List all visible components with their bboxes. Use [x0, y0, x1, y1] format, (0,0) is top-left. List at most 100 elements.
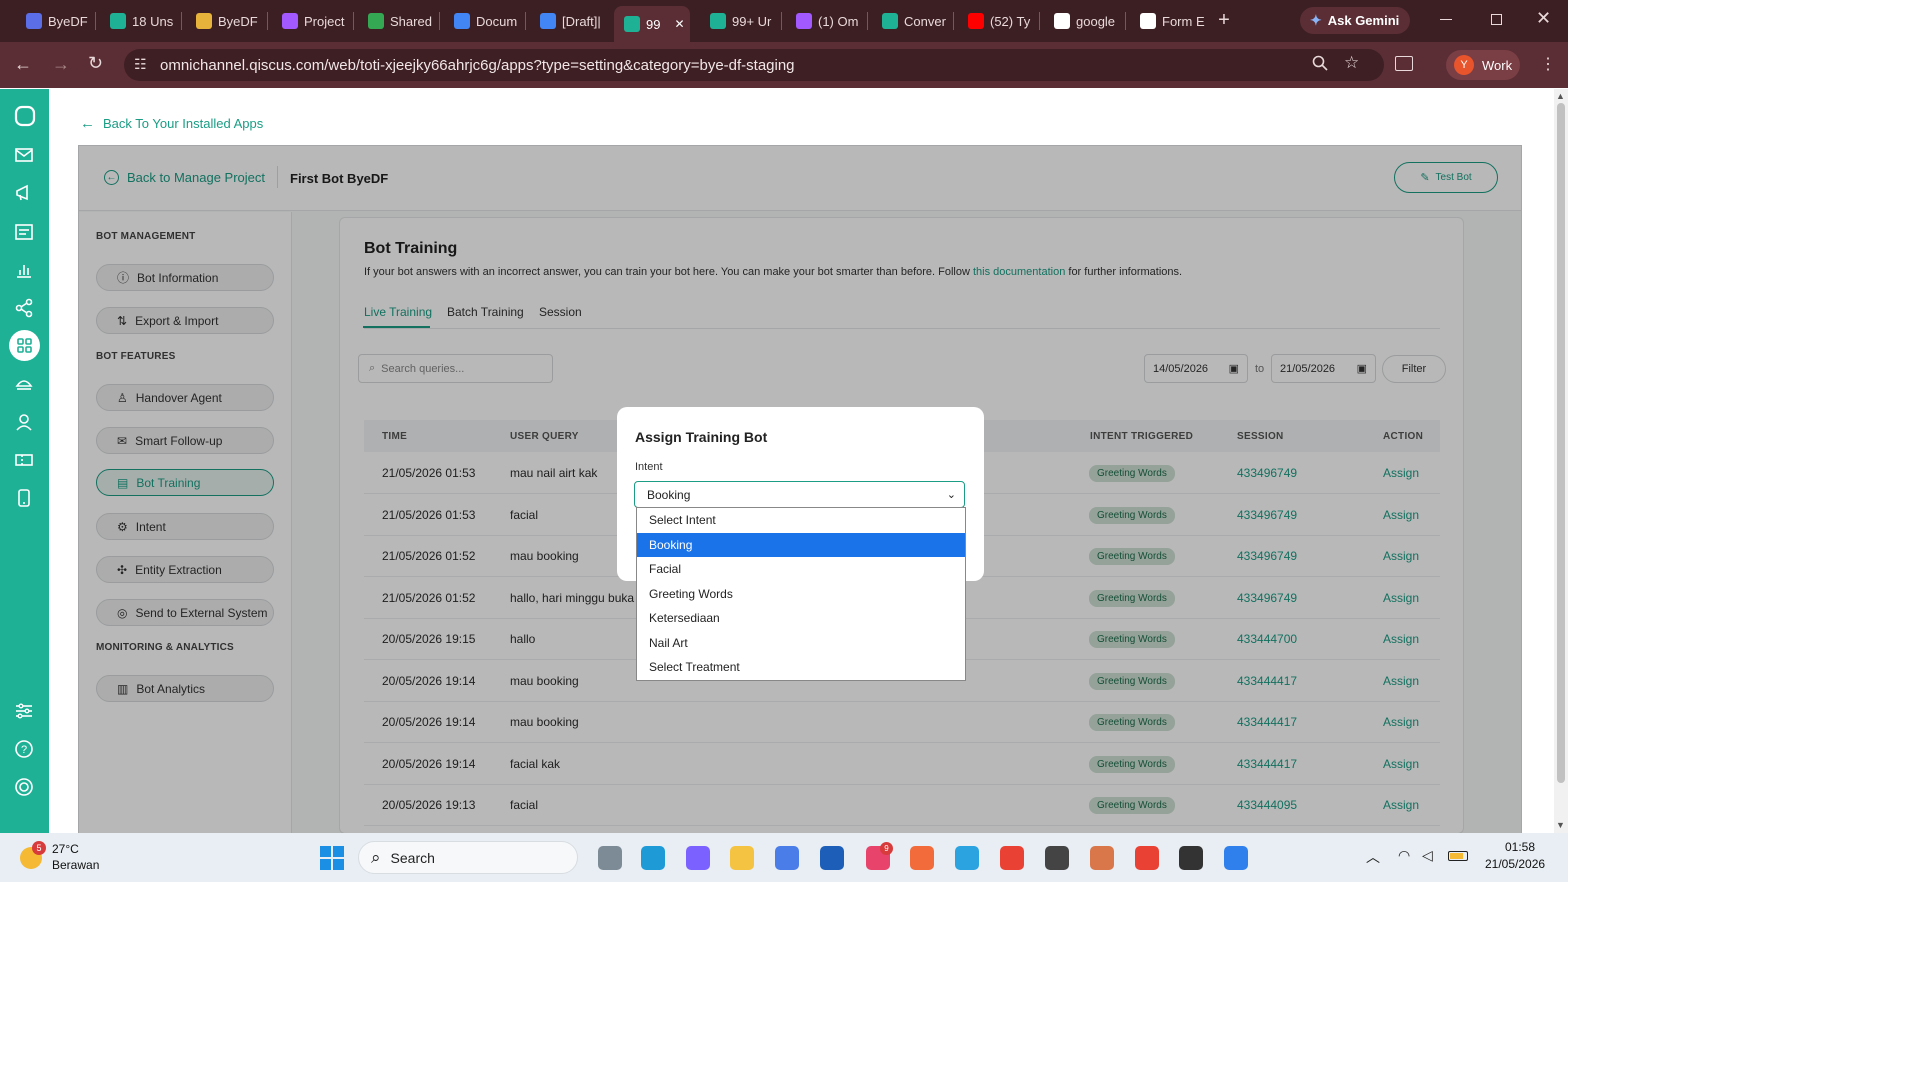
browser-tab[interactable]: Form E — [1130, 6, 1206, 36]
megaphone-icon[interactable] — [14, 183, 36, 205]
copilot-icon[interactable] — [686, 846, 710, 870]
taskbar-search[interactable]: ⌕ Search — [358, 841, 578, 874]
tab-label: Project — [304, 13, 345, 29]
mobile-icon[interactable] — [14, 488, 36, 510]
intent-option[interactable]: Nail Art — [637, 631, 965, 656]
user-icon[interactable] — [14, 412, 36, 434]
browser-tab[interactable]: 99+ Ur — [700, 6, 776, 36]
restore-button[interactable] — [1491, 14, 1502, 25]
tab-favicon-icon — [454, 13, 470, 29]
temperature: 27°C — [52, 842, 79, 856]
report-icon[interactable] — [14, 222, 36, 244]
battery-icon[interactable] — [1448, 851, 1468, 861]
browser-tab[interactable]: ByeDF — [186, 6, 262, 36]
intent-option[interactable]: Booking — [637, 532, 965, 557]
weather-widget[interactable]: 5 27°C Berawan — [18, 839, 128, 877]
bookmark-star-icon[interactable]: ☆ — [1344, 53, 1359, 73]
browser-tab[interactable]: Shared — [358, 6, 434, 36]
tab-favicon-icon — [368, 13, 384, 29]
media-player-icon[interactable] — [1179, 846, 1203, 870]
tab-separator — [181, 12, 182, 30]
volume-icon[interactable]: ◁ — [1422, 847, 1433, 864]
trello-icon[interactable] — [820, 846, 844, 870]
tab-favicon-icon — [710, 13, 726, 29]
ask-gemini-button[interactable]: ✦ Ask Gemini — [1300, 7, 1410, 34]
telegram-icon[interactable] — [955, 846, 979, 870]
file-explorer-icon[interactable] — [598, 846, 622, 870]
minimize-button[interactable] — [1440, 19, 1452, 20]
tab-favicon-icon — [110, 13, 126, 29]
browser-tab[interactable]: Project — [272, 6, 348, 36]
claude-icon[interactable] — [1090, 846, 1114, 870]
intent-option[interactable]: Select Intent — [637, 508, 965, 533]
weather-condition: Berawan — [52, 858, 100, 872]
site-settings-icon[interactable]: ☷ — [134, 56, 147, 73]
browser-tab[interactable]: Conver — [872, 6, 948, 36]
intent-option[interactable]: Facial — [637, 557, 965, 582]
power-icon[interactable] — [14, 777, 36, 799]
postman-icon[interactable] — [910, 846, 934, 870]
scroll-up-icon[interactable]: ▲ — [1556, 91, 1565, 101]
tab-favicon-icon — [968, 13, 984, 29]
edge-icon[interactable] — [641, 846, 665, 870]
intent-select[interactable]: Booking ⌄ — [634, 481, 965, 508]
side-panel-icon[interactable] — [1395, 56, 1413, 71]
browser-tab[interactable]: (1) Om — [786, 6, 862, 36]
intent-option[interactable]: Ketersediaan — [637, 606, 965, 631]
photos-icon[interactable] — [1224, 846, 1248, 870]
folder-icon[interactable] — [730, 846, 754, 870]
ticket-icon[interactable] — [14, 450, 36, 472]
svg-text:?: ? — [21, 744, 27, 756]
intent-option[interactable]: Greeting Words — [637, 582, 965, 607]
clock-date[interactable]: 21/05/2026 — [1485, 857, 1545, 871]
store-icon[interactable] — [775, 846, 799, 870]
browser-tab[interactable]: 18 Uns — [100, 6, 176, 36]
address-bar[interactable]: ☷ omnichannel.qiscus.com/web/toti-xjeejk… — [124, 49, 1384, 81]
chrome-icon[interactable] — [1000, 846, 1024, 870]
tab-favicon-icon — [540, 13, 556, 29]
menu-kebab-icon[interactable]: ⋮ — [1540, 54, 1556, 74]
browser-tab[interactable]: Docum — [444, 6, 520, 36]
browser-tab[interactable]: [Draft]| — [530, 6, 604, 36]
arrow-left-icon: ← — [80, 115, 95, 132]
tab-label: Docum — [476, 13, 518, 29]
browser-tab[interactable]: google — [1044, 6, 1120, 36]
apps-grid-icon[interactable] — [9, 330, 40, 361]
scrollbar-thumb[interactable] — [1557, 103, 1565, 783]
modal-title: Assign Training Bot — [635, 429, 768, 445]
integration-icon[interactable] — [14, 298, 36, 320]
clock-time[interactable]: 01:58 — [1505, 840, 1535, 854]
forward-arrow-icon[interactable]: → — [52, 54, 70, 75]
tab-separator — [267, 12, 268, 30]
chat-bubble-icon[interactable] — [14, 105, 36, 127]
chrome-profile-icon[interactable] — [1135, 846, 1159, 870]
back-installed-link[interactable]: ← Back To Your Installed Apps — [80, 115, 263, 132]
wifi-icon[interactable]: ◠ — [1398, 847, 1410, 864]
mail-icon[interactable] — [14, 145, 36, 167]
tab-favicon-icon — [882, 13, 898, 29]
profile-button[interactable]: Y Work — [1446, 50, 1520, 80]
browser-tab[interactable]: (52) Ty — [958, 6, 1034, 36]
close-tab-icon[interactable]: ✕ — [674, 17, 684, 31]
robot-icon[interactable] — [14, 374, 36, 396]
close-window-button[interactable]: ✕ — [1536, 8, 1551, 29]
browser-tab[interactable]: 99 ✕ — [614, 6, 690, 42]
search-icon: ⌕ — [371, 847, 381, 867]
browser-tab[interactable]: ByeDF — [16, 6, 90, 36]
zoom-icon[interactable] — [1312, 55, 1328, 71]
page-scrollbar[interactable]: ▲ ▼ — [1554, 89, 1568, 833]
tab-separator — [1125, 12, 1126, 30]
windows-start-icon[interactable] — [320, 846, 344, 870]
back-arrow-icon[interactable]: ← — [14, 54, 32, 75]
scroll-down-icon[interactable]: ▼ — [1556, 820, 1565, 830]
obs-icon[interactable] — [1045, 846, 1069, 870]
tray-chevron-icon[interactable]: ︿ — [1366, 847, 1380, 867]
settings-sliders-icon[interactable] — [14, 701, 36, 723]
help-icon[interactable]: ? — [14, 739, 36, 761]
analytics-icon[interactable] — [14, 260, 36, 282]
tab-favicon-icon — [282, 13, 298, 29]
tab-label: (1) Om — [818, 13, 859, 29]
reload-icon[interactable]: ↻ — [88, 53, 103, 74]
new-tab-button[interactable]: + — [1213, 10, 1235, 32]
intent-option[interactable]: Select Treatment — [637, 655, 965, 680]
